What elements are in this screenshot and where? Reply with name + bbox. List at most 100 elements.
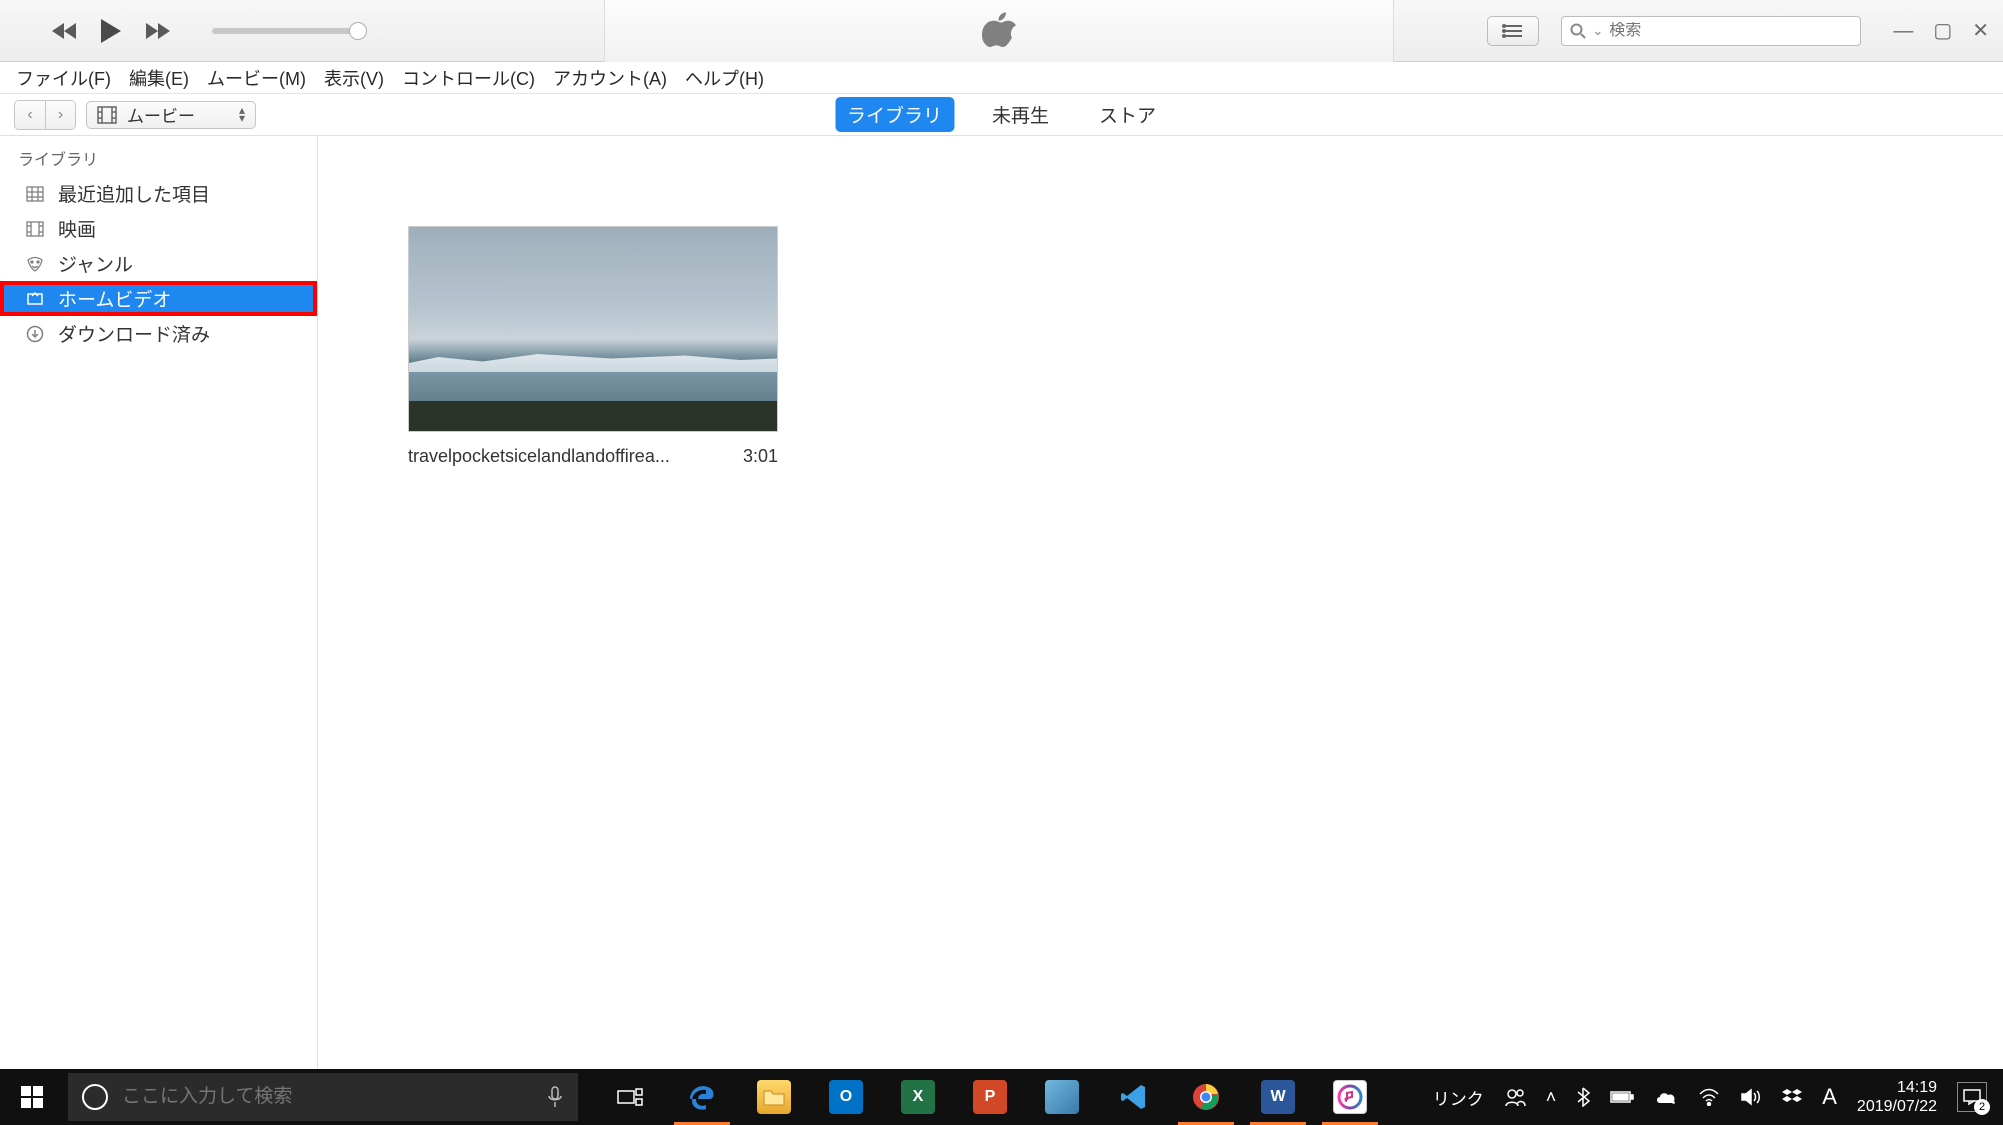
selector-updown-icon: ▴▾	[239, 107, 245, 121]
tab-store[interactable]: ストア	[1087, 97, 1168, 132]
previous-button[interactable]	[50, 20, 80, 42]
sidebar-item-label: ホームビデオ	[58, 285, 171, 312]
film-icon	[97, 106, 117, 124]
clock-date: 2019/07/22	[1857, 1097, 1937, 1116]
tray-onedrive-icon[interactable]	[1654, 1089, 1678, 1105]
taskbar-edge[interactable]	[666, 1069, 738, 1125]
film-icon	[24, 221, 46, 237]
apple-logo-icon	[982, 11, 1016, 51]
sidebar-item-home-video[interactable]: ホームビデオ	[0, 281, 317, 316]
volume-thumb[interactable]	[349, 22, 367, 40]
tray-link-label[interactable]: リンク	[1433, 1085, 1484, 1110]
taskbar-chrome[interactable]	[1170, 1069, 1242, 1125]
play-button[interactable]	[98, 17, 124, 45]
next-button[interactable]	[142, 20, 172, 42]
task-view-button[interactable]	[594, 1069, 666, 1125]
tab-unplayed[interactable]: 未再生	[980, 97, 1061, 132]
main-body: ライブラリ 最近追加した項目 映画 ジャンル	[0, 136, 2003, 1069]
taskbar-explorer[interactable]	[738, 1069, 810, 1125]
sidebar: ライブラリ 最近追加した項目 映画 ジャンル	[0, 136, 318, 1069]
tray-bluetooth-icon[interactable]	[1576, 1087, 1590, 1107]
taskbar-itunes[interactable]	[1314, 1069, 1386, 1125]
menu-help[interactable]: ヘルプ(H)	[685, 65, 764, 91]
sidebar-item-label: 最近追加した項目	[58, 180, 210, 207]
taskbar-outlook[interactable]: O	[810, 1069, 882, 1125]
clock-time: 14:19	[1857, 1078, 1937, 1097]
view-list-button[interactable]	[1487, 16, 1539, 46]
tray-dropbox-icon[interactable]	[1782, 1088, 1802, 1106]
cortana-input[interactable]	[122, 1086, 532, 1108]
tray-people-icon[interactable]	[1504, 1086, 1526, 1108]
list-icon	[1502, 23, 1524, 39]
nav-back-forward: ‹ ›	[14, 100, 76, 130]
sidebar-header: ライブラリ	[0, 142, 317, 176]
windows-taskbar: O X P W リンク ˄	[0, 1069, 2003, 1125]
nav-bar: ‹ › ムービー ▴▾ ライブラリ 未再生 ストア	[0, 94, 2003, 136]
taskbar-powerpoint[interactable]: P	[954, 1069, 1026, 1125]
menu-bar: ファイル(F) 編集(E) ムービー(M) 表示(V) コントロール(C) アカ…	[0, 62, 2003, 94]
tray-action-center[interactable]: 2	[1957, 1082, 1987, 1112]
search-chevron-icon: ⌄	[1592, 23, 1603, 39]
tab-library[interactable]: ライブラリ	[835, 97, 954, 132]
media-type-selector[interactable]: ムービー ▴▾	[86, 101, 256, 129]
content-area: travelpocketsicelandlandoffirea... 3:01	[318, 136, 2003, 1069]
system-tray: リンク ˄ A 14:19 2019/07/22 2	[1433, 1078, 2003, 1116]
taskbar-excel[interactable]: X	[882, 1069, 954, 1125]
video-thumbnail[interactable]	[408, 226, 778, 432]
menu-account[interactable]: アカウント(A)	[553, 65, 667, 91]
taskbar-word[interactable]: W	[1242, 1069, 1314, 1125]
genre-icon	[24, 256, 46, 272]
close-button[interactable]: ✕	[1972, 21, 1989, 41]
itunes-window: ⌄ — ▢ ✕ ファイル(F) 編集(E) ムービー(M) 表示(V) コントロ…	[0, 0, 2003, 1069]
tray-volume-icon[interactable]	[1740, 1088, 1762, 1106]
volume-slider[interactable]	[212, 28, 367, 34]
search-input[interactable]	[1609, 22, 1852, 40]
window-controls: — ▢ ✕	[1893, 21, 1989, 41]
tray-ime-indicator[interactable]: A	[1822, 1084, 1837, 1110]
player-bar: ⌄ — ▢ ✕	[0, 0, 2003, 62]
menu-edit[interactable]: 編集(E)	[129, 65, 189, 91]
video-item[interactable]: travelpocketsicelandlandoffirea... 3:01	[408, 226, 778, 467]
search-icon	[1570, 23, 1586, 39]
sidebar-item-recent[interactable]: 最近追加した項目	[0, 176, 317, 211]
minimize-button[interactable]: —	[1893, 21, 1913, 41]
menu-control[interactable]: コントロール(C)	[402, 65, 535, 91]
sidebar-item-movies[interactable]: 映画	[0, 211, 317, 246]
tray-battery-icon[interactable]	[1610, 1090, 1634, 1104]
download-icon	[24, 325, 46, 343]
center-tabs: ライブラリ 未再生 ストア	[835, 97, 1168, 132]
nav-back-button[interactable]: ‹	[15, 101, 45, 129]
taskbar-apps: O X P W	[594, 1069, 1386, 1125]
sidebar-item-label: ダウンロード済み	[58, 320, 210, 347]
taskbar-vscode[interactable]	[1098, 1069, 1170, 1125]
sidebar-item-label: 映画	[58, 215, 96, 242]
nav-forward-button[interactable]: ›	[45, 101, 75, 129]
notification-badge: 2	[1974, 1099, 1990, 1115]
now-playing-display	[604, 0, 1394, 62]
cortana-icon	[82, 1084, 108, 1110]
menu-view[interactable]: 表示(V)	[324, 65, 384, 91]
video-title: travelpocketsicelandlandoffirea...	[408, 446, 670, 467]
search-box[interactable]: ⌄	[1561, 16, 1861, 46]
media-selector-label: ムービー	[127, 102, 229, 127]
menu-movie[interactable]: ムービー(M)	[207, 65, 306, 91]
taskbar-notepad[interactable]	[1026, 1069, 1098, 1125]
tray-clock[interactable]: 14:19 2019/07/22	[1857, 1078, 1937, 1116]
windows-logo-icon	[21, 1086, 43, 1108]
sidebar-highlight: ホームビデオ	[0, 281, 317, 316]
sidebar-item-genre[interactable]: ジャンル	[0, 246, 317, 281]
menu-file[interactable]: ファイル(F)	[16, 65, 111, 91]
mic-icon[interactable]	[546, 1085, 564, 1109]
home-video-icon	[24, 291, 46, 307]
top-right-controls: ⌄ — ▢ ✕	[1487, 0, 1989, 62]
video-duration: 3:01	[743, 446, 778, 467]
sidebar-item-label: ジャンル	[58, 250, 133, 277]
tray-wifi-icon[interactable]	[1698, 1088, 1720, 1106]
grid-icon	[24, 186, 46, 202]
maximize-button[interactable]: ▢	[1933, 21, 1952, 41]
cortana-search[interactable]	[68, 1073, 578, 1121]
playback-controls	[50, 17, 172, 45]
sidebar-item-downloaded[interactable]: ダウンロード済み	[0, 316, 317, 351]
start-button[interactable]	[0, 1069, 64, 1125]
tray-chevron-up-icon[interactable]: ˄	[1546, 1087, 1557, 1108]
